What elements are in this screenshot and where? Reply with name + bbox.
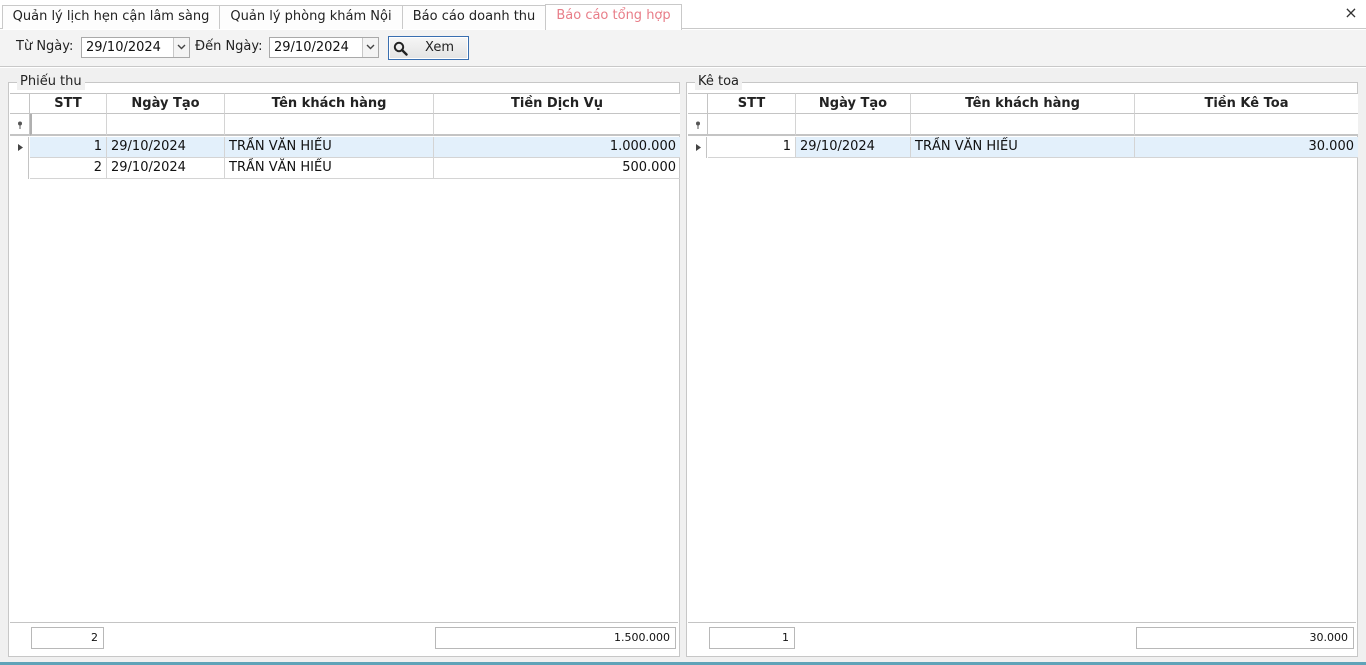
close-icon[interactable]: × bbox=[1344, 5, 1358, 21]
table-cell-stt[interactable]: 1 bbox=[30, 137, 107, 158]
receipts-grid[interactable]: STT Ngày Tạo Tên khách hàng Tiền Dịch Vụ… bbox=[10, 93, 680, 622]
column-header-ten-khach-hang[interactable]: Tên khách hàng bbox=[225, 93, 434, 114]
row-indicator[interactable] bbox=[10, 137, 29, 158]
receipts-count-total: 2 bbox=[31, 627, 104, 649]
tab-bao-cao-doanh-thu[interactable]: Báo cáo doanh thu bbox=[402, 5, 546, 29]
filter-cell-ten-khach-hang[interactable] bbox=[225, 114, 434, 136]
from-date-label: Từ Ngày: bbox=[16, 39, 74, 54]
prescriptions-amount-total: 30.000 bbox=[1136, 627, 1354, 649]
prescriptions-footer: 1 30.000 bbox=[688, 622, 1356, 656]
to-date-value: 29/10/2024 bbox=[274, 40, 349, 55]
chevron-down-icon bbox=[177, 44, 186, 50]
filter-cell-ngay-tao[interactable] bbox=[107, 114, 225, 136]
prescriptions-panel-title: Kê toa bbox=[695, 74, 743, 90]
to-date-label: Đến Ngày: bbox=[195, 39, 263, 54]
table-cell-ngay-tao[interactable]: 29/10/2024 bbox=[107, 137, 225, 158]
table-cell-ngay-tao[interactable]: 29/10/2024 bbox=[107, 158, 225, 179]
table-cell-tien-dich-vu[interactable]: 1.000.000 bbox=[434, 137, 680, 158]
row-indicator[interactable] bbox=[10, 158, 29, 179]
filter-cell-ngay-tao[interactable] bbox=[796, 114, 911, 136]
tab-bar: Quản lý lịch hẹn cận lâm sàng Quản lý ph… bbox=[0, 0, 1366, 30]
prescriptions-grid[interactable]: STT Ngày Tạo Tên khách hàng Tiền Kê Toa … bbox=[688, 93, 1358, 622]
view-button[interactable]: Xem bbox=[388, 36, 469, 60]
prescriptions-count-total: 1 bbox=[709, 627, 795, 649]
receipts-amount-total: 1.500.000 bbox=[435, 627, 676, 649]
search-icon bbox=[393, 41, 408, 56]
column-header-stt[interactable]: STT bbox=[30, 93, 107, 114]
column-header-ten-khach-hang[interactable]: Tên khách hàng bbox=[911, 93, 1135, 114]
filter-row-indicator bbox=[688, 114, 708, 136]
to-date-dropdown-button[interactable] bbox=[362, 38, 378, 57]
column-header-tien-ke-toa[interactable]: Tiền Kê Toa bbox=[1135, 93, 1358, 114]
filter-toolbar: Từ Ngày: 29/10/2024 Đến Ngày: 29/10/2024… bbox=[0, 30, 1366, 67]
row-indicator[interactable] bbox=[688, 137, 707, 158]
table-cell-ngay-tao[interactable]: 29/10/2024 bbox=[796, 137, 911, 158]
from-date-dropdown-button[interactable] bbox=[173, 38, 189, 57]
column-header-ngay-tao[interactable]: Ngày Tạo bbox=[107, 93, 225, 114]
row-indicator-header bbox=[688, 93, 708, 114]
tab-bao-cao-tong-hop[interactable]: Báo cáo tổng hợp bbox=[545, 4, 682, 30]
tab-lich-hen-can-lam-sang[interactable]: Quản lý lịch hẹn cận lâm sàng bbox=[2, 5, 220, 29]
table-cell-tien-ke-toa[interactable]: 30.000 bbox=[1135, 137, 1358, 158]
current-row-arrow-icon bbox=[696, 144, 701, 151]
view-button-label: Xem bbox=[425, 40, 454, 55]
filter-pin-icon bbox=[696, 121, 700, 129]
from-date-picker[interactable]: 29/10/2024 bbox=[81, 37, 190, 58]
table-cell-ten-khach-hang[interactable]: TRẦN VĂN HIẾU bbox=[911, 137, 1135, 158]
column-header-ngay-tao[interactable]: Ngày Tạo bbox=[796, 93, 911, 114]
column-header-stt[interactable]: STT bbox=[708, 93, 796, 114]
current-row-arrow-icon bbox=[18, 144, 23, 151]
filter-cell-tien-ke-toa[interactable] bbox=[1135, 114, 1358, 136]
filter-cell-stt[interactable] bbox=[30, 114, 107, 136]
chevron-down-icon bbox=[366, 44, 375, 50]
filter-cell-ten-khach-hang[interactable] bbox=[911, 114, 1135, 136]
tab-phong-kham-noi[interactable]: Quản lý phòng khám Nội bbox=[219, 5, 403, 29]
table-cell-ten-khach-hang[interactable]: TRẦN VĂN HIẾU bbox=[225, 137, 434, 158]
table-cell-stt[interactable]: 1 bbox=[708, 137, 796, 158]
column-header-tien-dich-vu[interactable]: Tiền Dịch Vụ bbox=[434, 93, 680, 114]
table-cell-ten-khach-hang[interactable]: TRẦN VĂN HIẾU bbox=[225, 158, 434, 179]
table-cell-stt[interactable]: 2 bbox=[30, 158, 107, 179]
receipts-panel-title: Phiếu thu bbox=[17, 74, 85, 90]
receipts-panel: Phiếu thu STT Ngày Tạo Tên khách hàng Ti… bbox=[8, 74, 680, 657]
filter-row-indicator bbox=[10, 114, 30, 136]
filter-pin-icon bbox=[18, 121, 22, 129]
prescriptions-panel: Kê toa STT Ngày Tạo Tên khách hàng Tiền … bbox=[686, 74, 1358, 657]
filter-cell-stt[interactable] bbox=[708, 114, 796, 136]
from-date-value: 29/10/2024 bbox=[86, 40, 161, 55]
filter-cell-tien-dich-vu[interactable] bbox=[434, 114, 680, 136]
row-indicator-header bbox=[10, 93, 30, 114]
to-date-picker[interactable]: 29/10/2024 bbox=[269, 37, 379, 58]
receipts-footer: 2 1.500.000 bbox=[10, 622, 678, 656]
table-cell-tien-dich-vu[interactable]: 500.000 bbox=[434, 158, 680, 179]
